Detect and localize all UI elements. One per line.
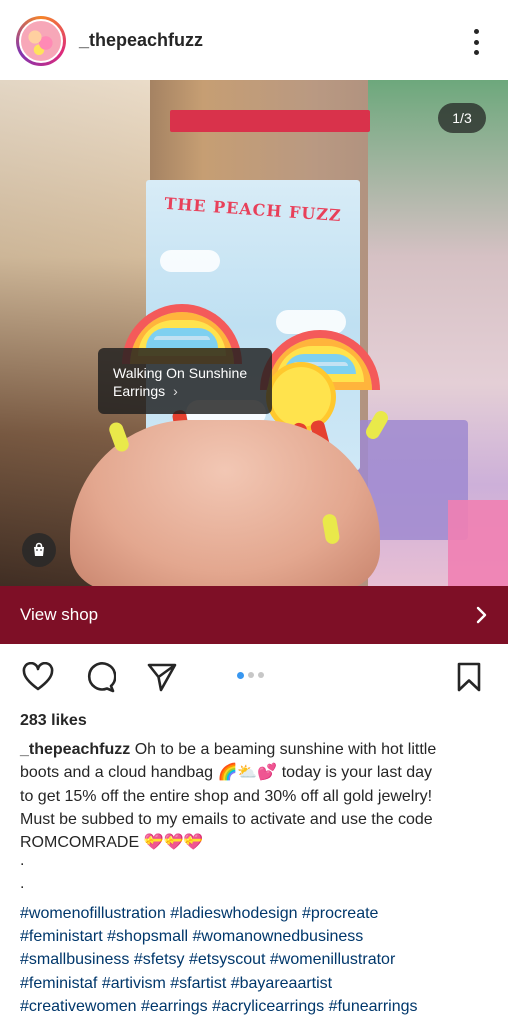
product-tag-name-2: Earrings [113, 383, 166, 399]
comment-icon[interactable] [83, 660, 117, 694]
product-tag[interactable]: Walking On Sunshine Earrings › [98, 348, 272, 414]
cloud [160, 250, 220, 272]
product-tag-name: Walking On Sunshine [113, 365, 248, 381]
hashtag-line[interactable]: #feministaf #artivism #sfartist #bayarea… [20, 972, 500, 995]
hashtag-line[interactable]: #womenofillustration #ladieswhodesign #p… [20, 902, 500, 925]
carousel-counter: 1/3 [438, 103, 486, 133]
view-shop-button[interactable]: View shop [0, 586, 508, 644]
view-shop-label: View shop [20, 605, 99, 624]
hashtag-line[interactable]: #creativewomen #earrings #acrylicearring… [20, 995, 500, 1018]
hashtags: #womenofillustration #ladieswhodesign #p… [20, 902, 500, 1018]
nail [321, 513, 341, 545]
avatar[interactable] [16, 16, 66, 66]
hashtag-line[interactable]: #smallbusiness #sfetsy #etsyscout #women… [20, 948, 500, 971]
carousel-dot [248, 672, 254, 678]
caption-dot: . [20, 875, 25, 893]
username[interactable]: _thepeachfuzz [79, 30, 203, 51]
background-shelf [170, 110, 370, 132]
caption-author[interactable]: _thepeachfuzz [20, 741, 130, 758]
caption-line: Oh to be a beaming sunshine with hot lit… [130, 741, 437, 758]
carousel-dots [237, 672, 264, 679]
hashtag-line[interactable]: #feministart #shopsmall #womanownedbusin… [20, 925, 500, 948]
likes-count[interactable]: 283 likes [20, 712, 87, 730]
card-brand-title: THE PEACH FUZZ [163, 193, 343, 226]
caption-dot: . [20, 852, 25, 870]
hand [70, 408, 391, 586]
caption-line: Must be subbed to my emails to activate … [20, 810, 433, 828]
post-image[interactable]: THE PEACH FUZZ 1/3 Walking On Sunshine E… [0, 80, 508, 586]
carousel-dot-active [237, 672, 244, 679]
heart-icon[interactable] [21, 660, 55, 694]
caption-line: ROMCOMRADE 💝💝💝 [20, 834, 204, 852]
chevron-right-icon [476, 606, 487, 624]
background-stool [448, 500, 508, 586]
more-vertical-icon[interactable] [466, 29, 486, 55]
carousel-dot [258, 672, 264, 678]
caption-line: boots and a cloud handbag 🌈⛅💕 today is y… [20, 764, 433, 782]
bookmark-icon[interactable] [452, 660, 486, 694]
avatar-image [19, 19, 63, 63]
caption-line: to get 15% off the entire shop and 30% o… [20, 787, 433, 805]
caption: _thepeachfuzz Oh to be a beaming sunshin… [20, 738, 492, 900]
chevron-right-icon: › [173, 383, 178, 399]
send-icon[interactable] [145, 660, 179, 694]
shopping-bag-icon[interactable] [22, 533, 56, 567]
post-header: _thepeachfuzz [0, 0, 508, 80]
